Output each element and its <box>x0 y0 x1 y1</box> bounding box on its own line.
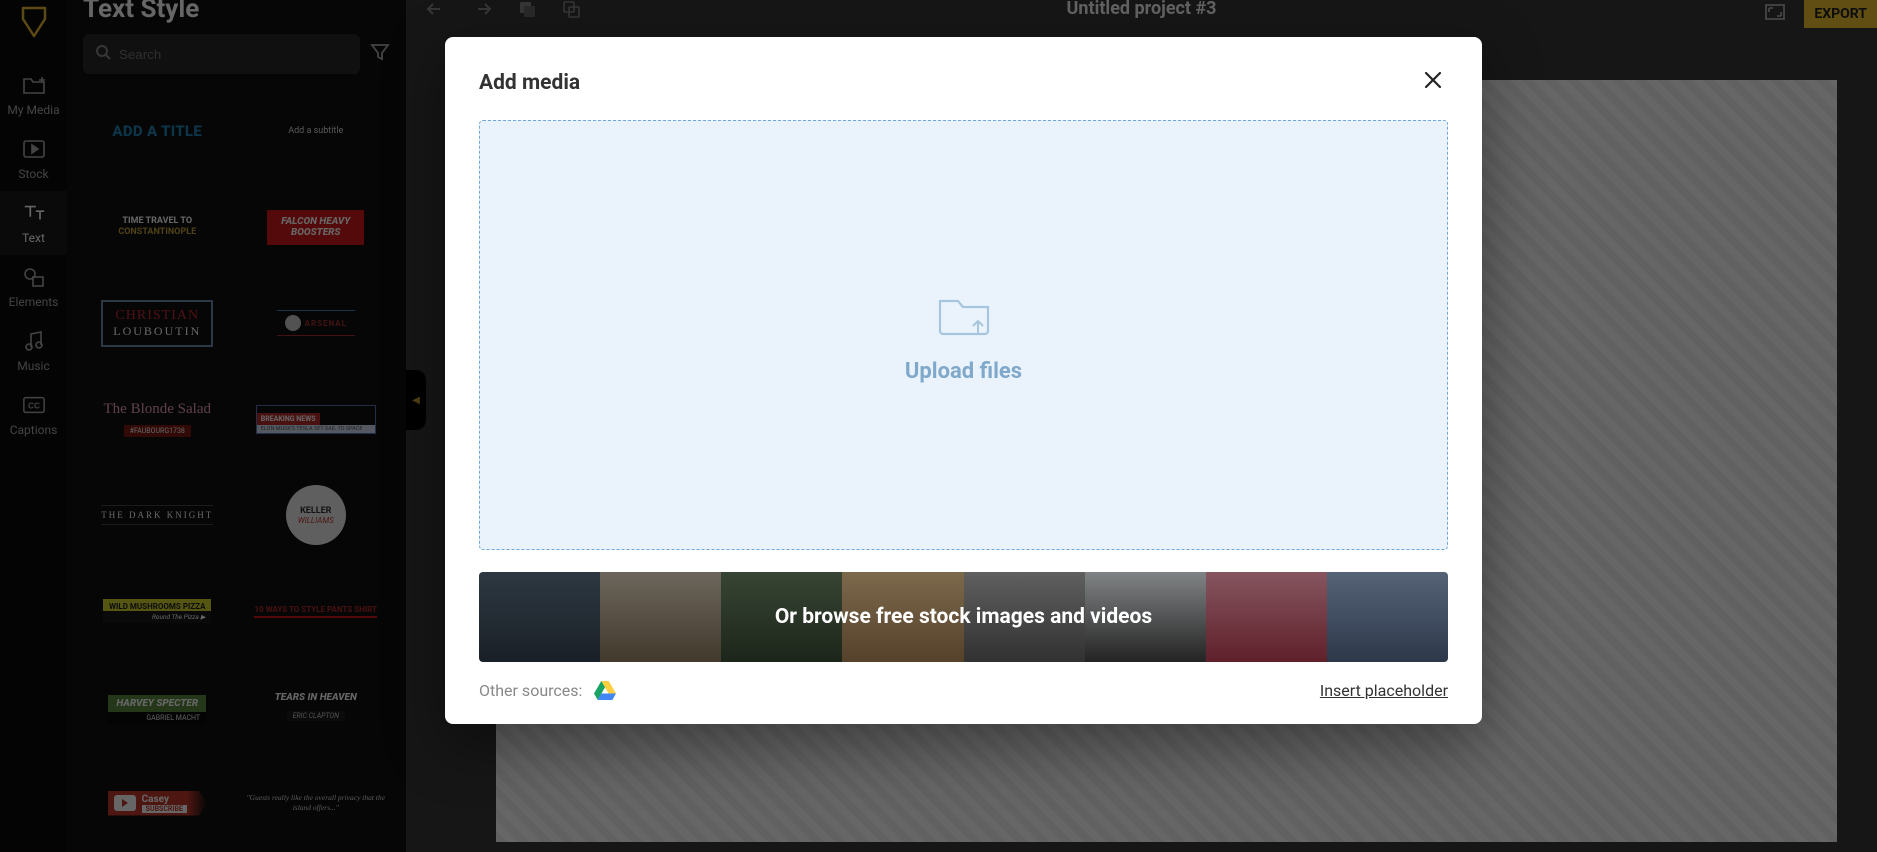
add-media-modal: Add media Upload files Or browse free st… <box>445 37 1482 724</box>
upload-dropzone[interactable]: Upload files <box>479 120 1448 550</box>
browse-stock-button[interactable]: Or browse free stock images and videos <box>479 572 1448 662</box>
close-icon <box>1422 70 1444 97</box>
insert-placeholder-link[interactable]: Insert placeholder <box>1320 681 1448 700</box>
upload-folder-icon <box>934 287 994 345</box>
other-sources-label: Other sources: <box>479 681 582 700</box>
modal-title: Add media <box>479 71 580 95</box>
stock-banner-text: Or browse free stock images and videos <box>775 605 1152 629</box>
upload-text: Upload files <box>905 359 1022 384</box>
google-drive-button[interactable] <box>594 680 616 700</box>
modal-close-button[interactable] <box>1418 65 1448 100</box>
